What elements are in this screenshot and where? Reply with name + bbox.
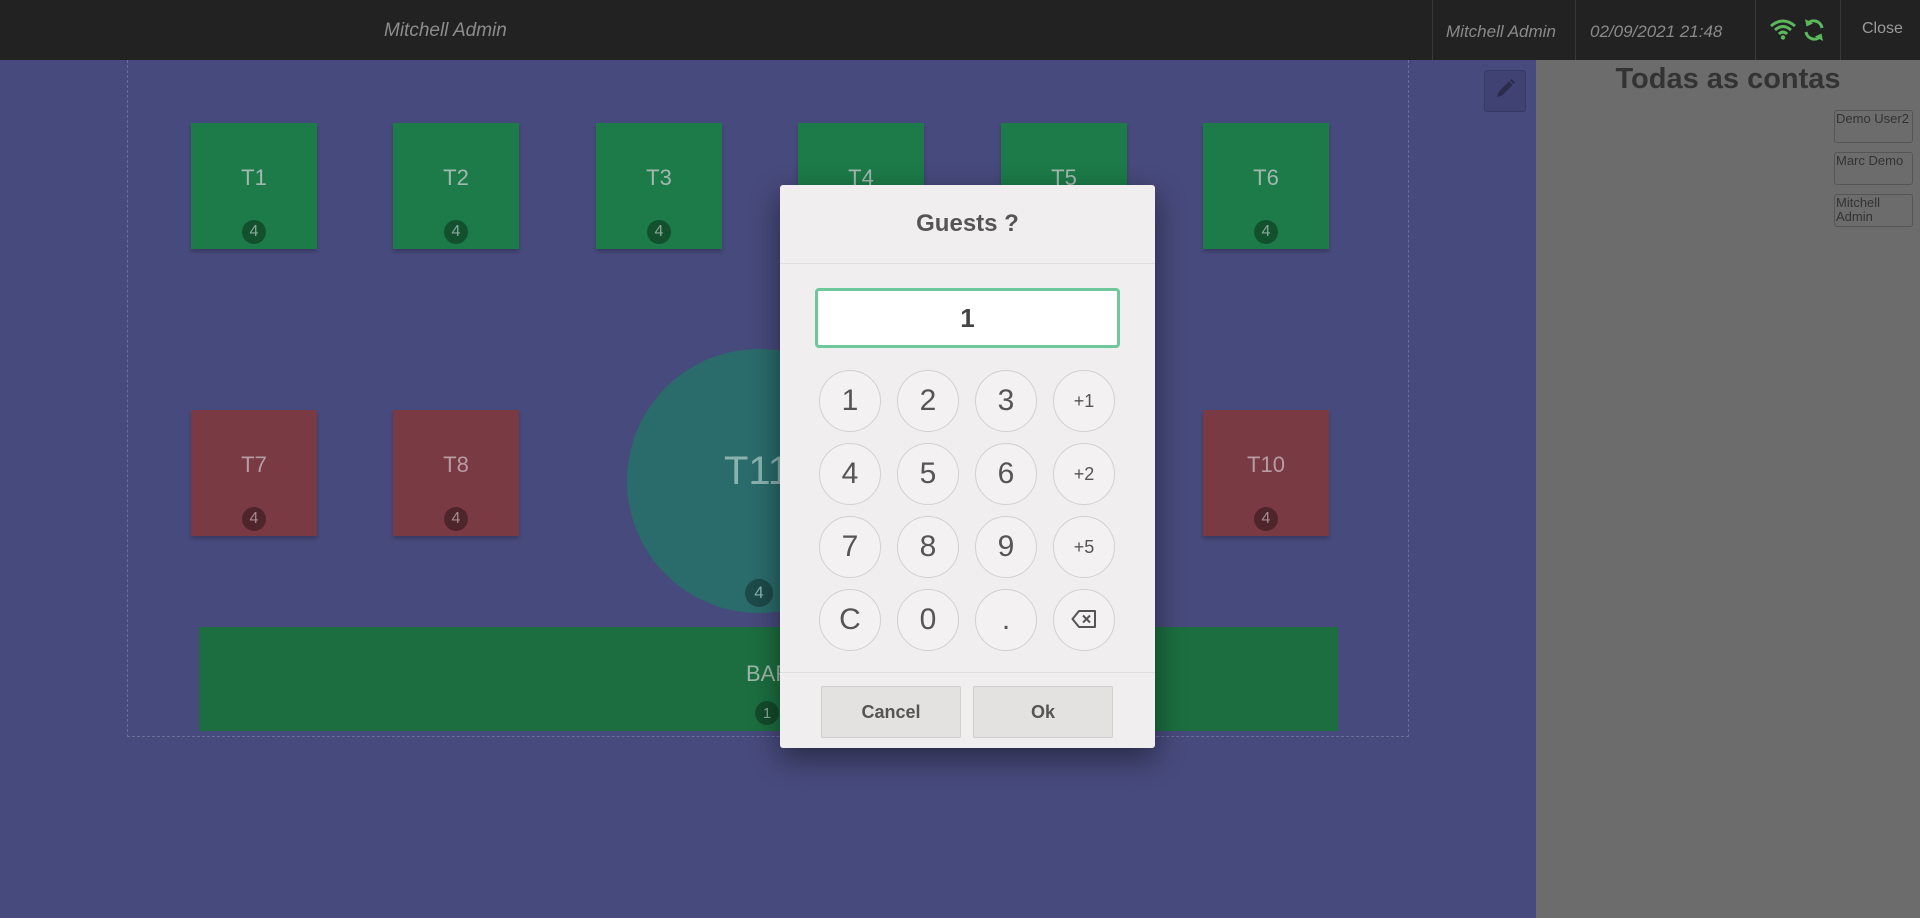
accounts-list: Demo User2 Marc Demo Mitchell Admin	[1834, 110, 1913, 227]
account-item[interactable]: Demo User2	[1834, 110, 1913, 143]
guests-input[interactable]: 1	[815, 288, 1120, 348]
separator	[1755, 0, 1756, 60]
numpad-key-9[interactable]: 9	[975, 516, 1037, 578]
numpad-key-3[interactable]: 3	[975, 370, 1037, 432]
numpad-key-7[interactable]: 7	[819, 516, 881, 578]
account-item[interactable]: Marc Demo	[1834, 152, 1913, 185]
numpad-key-dot[interactable]: .	[975, 589, 1037, 651]
numpad-key-2[interactable]: 2	[897, 370, 959, 432]
seat-count: 4	[242, 507, 266, 531]
wifi-icon	[1770, 18, 1796, 47]
pencil-icon	[1494, 78, 1516, 105]
seat-count: 4	[444, 220, 468, 244]
separator	[1432, 0, 1433, 60]
numpad-key-4[interactable]: 4	[819, 443, 881, 505]
seat-count: 4	[647, 220, 671, 244]
numpad-key-backspace[interactable]	[1053, 589, 1115, 651]
seat-count: 4	[242, 220, 266, 244]
numpad-key-5[interactable]: 5	[897, 443, 959, 505]
edit-floor-button[interactable]	[1484, 70, 1526, 112]
separator	[1840, 0, 1841, 60]
account-item[interactable]: Mitchell Admin	[1834, 194, 1913, 227]
numpad-key-plus2[interactable]: +2	[1053, 443, 1115, 505]
seat-count: 1	[755, 701, 779, 725]
table-label: T10	[1247, 452, 1285, 477]
datetime: 02/09/2021 21:48	[1590, 22, 1723, 41]
numpad-key-0[interactable]: 0	[897, 589, 959, 651]
numpad-key-plus5[interactable]: +5	[1053, 516, 1115, 578]
backspace-icon	[1071, 603, 1097, 637]
table-t8[interactable]: T8 4	[393, 410, 519, 536]
table-t1[interactable]: T1 4	[191, 123, 317, 249]
numpad: 1 2 3 +1 4 5 6 +2 7 8 9 +5 C 0 .	[819, 370, 1115, 651]
seat-count: 4	[745, 579, 773, 607]
user-name[interactable]: Mitchell Admin	[1446, 22, 1556, 42]
seat-count: 4	[444, 507, 468, 531]
table-label: T8	[443, 452, 469, 477]
dialog-footer: Cancel Ok	[780, 672, 1155, 748]
cashier-name[interactable]: Mitchell Admin	[384, 20, 507, 42]
separator	[1575, 0, 1576, 60]
seat-count: 4	[1254, 507, 1278, 531]
connection-status[interactable]	[1770, 18, 1826, 47]
table-label: T1	[241, 165, 267, 190]
floor-plan: T1 4 T2 4 T3 4 T4 T5 T6 4 T7 4 T8 4 T10 …	[0, 60, 1536, 918]
guests-dialog: Guests ? 1 1 2 3 +1 4 5 6 +2 7 8 9 +5 C …	[780, 185, 1155, 748]
numpad-key-8[interactable]: 8	[897, 516, 959, 578]
accounts-title: Todas as contas	[1615, 63, 1841, 95]
dialog-title: Guests ?	[780, 185, 1155, 264]
sync-icon	[1802, 18, 1826, 47]
numpad-key-clear[interactable]: C	[819, 589, 881, 651]
numpad-key-1[interactable]: 1	[819, 370, 881, 432]
table-t2[interactable]: T2 4	[393, 123, 519, 249]
cancel-button[interactable]: Cancel	[821, 686, 961, 738]
table-label: T7	[241, 452, 267, 477]
seat-count: 4	[1254, 220, 1278, 244]
table-label: T3	[646, 165, 672, 190]
numpad-key-plus1[interactable]: +1	[1053, 370, 1115, 432]
table-label: T6	[1253, 165, 1279, 190]
accounts-panel: Todas as contas Demo User2 Marc Demo Mit…	[1536, 60, 1920, 918]
table-t10[interactable]: T10 4	[1203, 410, 1329, 536]
table-label: T2	[443, 165, 469, 190]
table-t7[interactable]: T7 4	[191, 410, 317, 536]
top-bar: Mitchell Admin Mitchell Admin 02/09/2021…	[0, 0, 1920, 60]
ok-button[interactable]: Ok	[973, 686, 1113, 738]
table-bar[interactable]: BAR 1	[199, 627, 1338, 731]
table-t3[interactable]: T3 4	[596, 123, 722, 249]
numpad-key-6[interactable]: 6	[975, 443, 1037, 505]
close-button[interactable]: Close	[1862, 20, 1903, 38]
table-t6[interactable]: T6 4	[1203, 123, 1329, 249]
